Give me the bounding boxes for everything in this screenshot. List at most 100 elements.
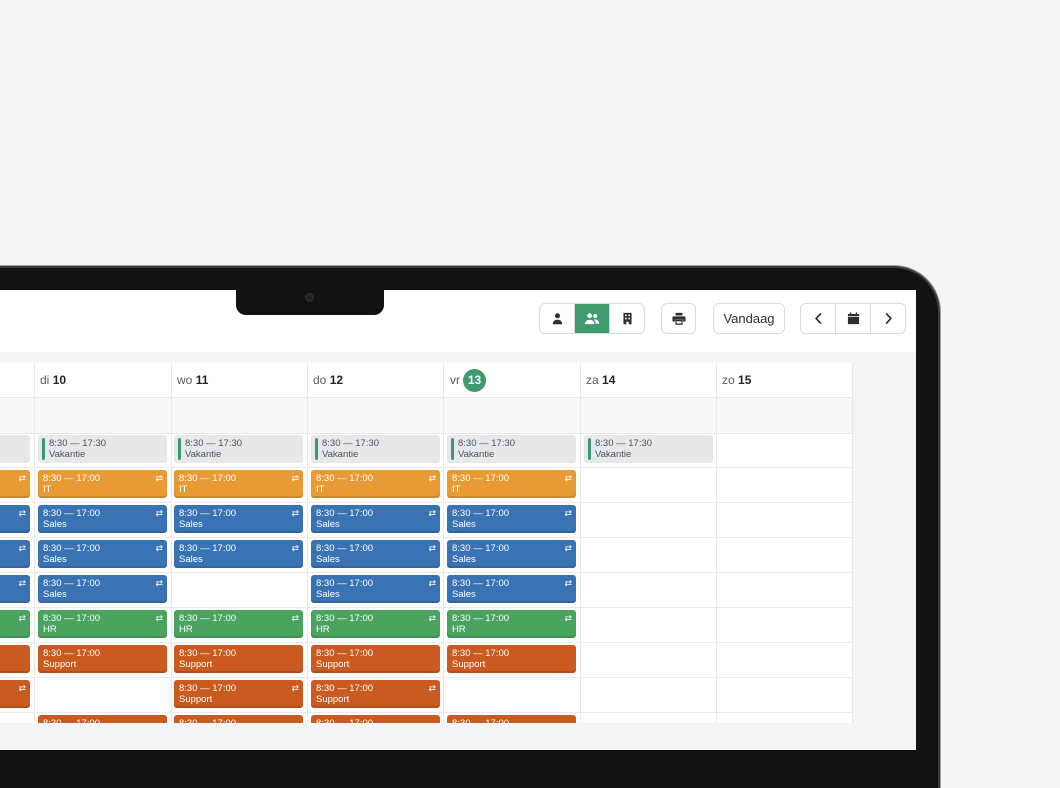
event-sales[interactable]: ⇄: [0, 505, 30, 533]
event-support[interactable]: ⇄: [0, 680, 30, 708]
event-sales[interactable]: 8:30 — 17:00 Sales ⇄: [447, 575, 576, 603]
event-sales[interactable]: 8:30 — 17:00 Sales ⇄: [174, 540, 303, 568]
event-time: 8:30 — 17:00: [43, 578, 101, 589]
event-time: 8:30 — 17:00: [179, 613, 237, 624]
week-calendar: di 10 wo 11 do 12 vr 13 za 14 zo 15 8:30 …: [0, 363, 853, 723]
event-sales[interactable]: ⇄: [0, 575, 30, 603]
event-time: 8:30 — 17:30: [595, 438, 653, 449]
print-button[interactable]: [661, 303, 696, 334]
view-team-button[interactable]: [575, 304, 610, 333]
repeat-icon: ⇄: [428, 543, 436, 553]
event-title: Vakantie: [595, 449, 632, 460]
event-time: 8:30 — 17:00: [316, 648, 374, 659]
today-button[interactable]: Vandaag: [713, 303, 785, 334]
event-sales[interactable]: 8:30 — 17:00 Sales ⇄: [311, 575, 440, 603]
day-header-vr[interactable]: vr 13: [444, 363, 486, 397]
previous-button[interactable]: [801, 304, 836, 333]
event-sales[interactable]: 8:30 — 17:00 Sales ⇄: [311, 540, 440, 568]
event-title: Vakantie: [322, 449, 359, 460]
event-sales[interactable]: 8:30 — 17:00 Sales ⇄: [174, 505, 303, 533]
event-support[interactable]: 8:30 — 17:00 Support: [311, 645, 440, 673]
column-divider: [580, 363, 581, 723]
repeat-icon: ⇄: [291, 508, 299, 518]
event-it[interactable]: ⇄: [0, 470, 30, 498]
event-time: 8:30 — 17:00: [43, 473, 101, 484]
day-header-zo[interactable]: zo 15: [716, 363, 751, 397]
event-vacation[interactable]: 8:30 — 17:30 Vakantie: [38, 435, 167, 463]
event-title: HR: [43, 624, 57, 635]
day-number: 11: [195, 373, 209, 387]
event-sales[interactable]: 8:30 — 17:00 Sales ⇄: [447, 505, 576, 533]
event-sales[interactable]: 8:30 — 17:00 Sales ⇄: [38, 540, 167, 568]
event-time: 8:30 — 17:00: [179, 648, 237, 659]
event-time: 8:30 — 17:30: [322, 438, 380, 449]
view-single-button[interactable]: [540, 304, 575, 333]
event-support[interactable]: 8:30 — 17:00: [174, 715, 303, 723]
event-title: Sales: [179, 554, 203, 565]
date-picker-button[interactable]: [836, 304, 871, 333]
event-title: HR: [452, 624, 466, 635]
event-support[interactable]: 8:30 — 17:00 Support: [174, 645, 303, 673]
row-divider: [0, 502, 853, 503]
repeat-icon: ⇄: [155, 613, 163, 623]
event-support[interactable]: 8:30 — 17:00 Support: [447, 645, 576, 673]
event-title: Support: [452, 659, 486, 670]
event-support[interactable]: 8:30 — 17:00: [38, 715, 167, 723]
event-time: 8:30 — 17:00: [452, 648, 510, 659]
event-vacation[interactable]: 8:30 — 17:30 Vakantie: [174, 435, 303, 463]
repeat-icon: ⇄: [564, 578, 572, 588]
event-hr[interactable]: 8:30 — 17:00 HR ⇄: [447, 610, 576, 638]
event-hr[interactable]: ⇄: [0, 610, 30, 638]
row-divider: [0, 537, 853, 538]
event-title: IT: [43, 484, 52, 495]
event-vacation[interactable]: 8:30 — 17:30 Vakantie: [311, 435, 440, 463]
event-vacation[interactable]: [0, 435, 30, 463]
repeat-icon: ⇄: [564, 613, 572, 623]
event-time: 8:30 — 17:30: [185, 438, 243, 449]
event-sales[interactable]: 8:30 — 17:00 Sales ⇄: [38, 575, 167, 603]
event-hr[interactable]: 8:30 — 17:00 HR ⇄: [311, 610, 440, 638]
event-vacation[interactable]: 8:30 — 17:30 Vakantie: [584, 435, 713, 463]
event-it[interactable]: 8:30 — 17:00 IT ⇄: [311, 470, 440, 498]
event-support[interactable]: 8:30 — 17:00: [311, 715, 440, 723]
repeat-icon: ⇄: [428, 508, 436, 518]
event-sales[interactable]: 8:30 — 17:00 Sales ⇄: [447, 540, 576, 568]
event-time: 8:30 — 17:00: [452, 543, 510, 554]
day-header-za[interactable]: za 14: [580, 363, 615, 397]
day-header-do[interactable]: do 12: [307, 363, 343, 397]
event-it[interactable]: 8:30 — 17:00 IT ⇄: [174, 470, 303, 498]
event-support[interactable]: 8:30 — 17:00 Support ⇄: [174, 680, 303, 708]
event-time: 8:30 — 17:00: [179, 508, 237, 519]
event-support[interactable]: 8:30 — 17:00 Support: [38, 645, 167, 673]
event-time: 8:30 — 17:00: [179, 683, 237, 694]
event-it[interactable]: 8:30 — 17:00 IT ⇄: [38, 470, 167, 498]
event-support[interactable]: 8:30 — 17:00 Support ⇄: [311, 680, 440, 708]
row-divider: [0, 642, 853, 643]
repeat-icon: ⇄: [291, 683, 299, 693]
column-divider: [852, 363, 853, 723]
event-support[interactable]: [0, 645, 30, 673]
event-time: 8:30 — 17:00: [452, 718, 576, 723]
event-hr[interactable]: 8:30 — 17:00 HR ⇄: [38, 610, 167, 638]
event-time: 8:30 — 17:00: [316, 718, 440, 723]
event-vacation[interactable]: 8:30 — 17:30 Vakantie: [447, 435, 576, 463]
camera-icon: [305, 293, 314, 302]
event-sales[interactable]: 8:30 — 17:00 Sales ⇄: [38, 505, 167, 533]
event-title: Sales: [452, 589, 476, 600]
next-button[interactable]: [871, 304, 905, 333]
repeat-icon: ⇄: [291, 473, 299, 483]
event-sales[interactable]: ⇄: [0, 540, 30, 568]
event-time: 8:30 — 17:00: [316, 683, 374, 694]
event-it[interactable]: 8:30 — 17:00 IT ⇄: [447, 470, 576, 498]
event-sales[interactable]: 8:30 — 17:00 Sales ⇄: [311, 505, 440, 533]
day-header-di[interactable]: di 10: [34, 363, 66, 397]
repeat-icon: ⇄: [428, 473, 436, 483]
event-time: 8:30 — 17:00: [452, 613, 510, 624]
event-support[interactable]: 8:30 — 17:00: [447, 715, 576, 723]
day-header-wo[interactable]: wo 11: [171, 363, 208, 397]
view-building-button[interactable]: [610, 304, 644, 333]
event-hr[interactable]: 8:30 — 17:00 HR ⇄: [174, 610, 303, 638]
event-title: Support: [316, 659, 350, 670]
building-icon: [622, 312, 632, 325]
event-title: Vakantie: [185, 449, 222, 460]
